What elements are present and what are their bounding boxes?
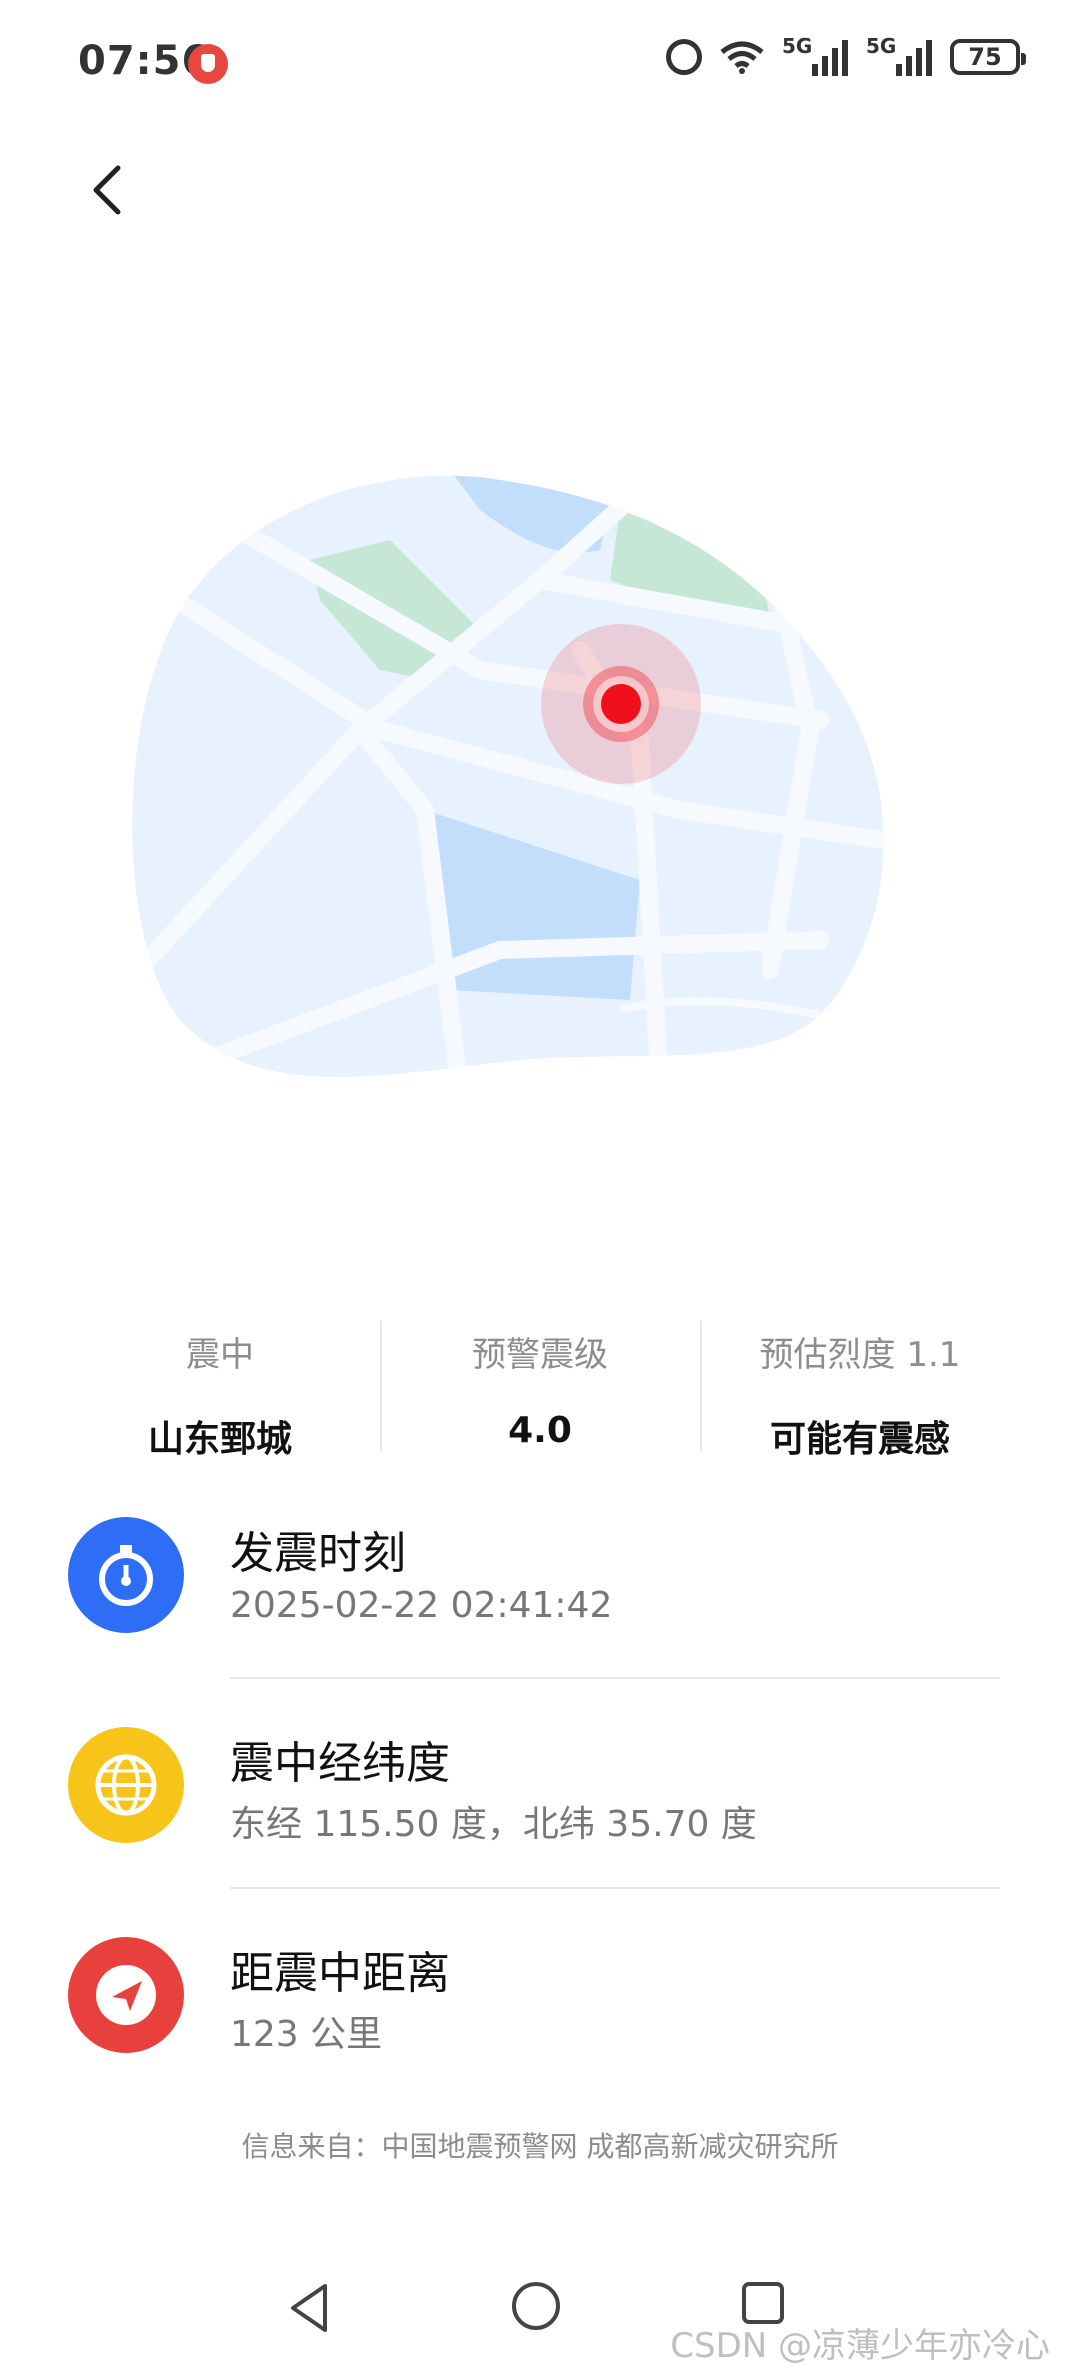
battery-icon: 75 bbox=[950, 39, 1026, 75]
network-label-2: 5G bbox=[866, 34, 897, 58]
shield-icon bbox=[188, 44, 228, 84]
wifi-icon bbox=[720, 41, 764, 74]
globe-icon bbox=[68, 1727, 184, 1843]
divider bbox=[230, 1677, 1000, 1679]
detail-title: 距震中距离 bbox=[230, 1948, 450, 1999]
alarm-icon bbox=[666, 39, 702, 75]
navigation-icon bbox=[68, 1937, 184, 2053]
detail-value: 123 公里 bbox=[230, 2014, 383, 2055]
detail-value: 2025-02-22 02:41:42 bbox=[230, 1585, 613, 1626]
signal-icon-1: 5G bbox=[782, 34, 848, 76]
summary-magnitude: 预警震级 4.0 bbox=[380, 1315, 700, 1455]
detail-row-distance: 距震中距离 123 公里 bbox=[68, 1915, 1000, 2115]
back-nav-icon[interactable] bbox=[285, 2280, 335, 2336]
summary-intensity: 预估烈度 1.1 可能有震感 bbox=[700, 1315, 1020, 1460]
divider bbox=[230, 1887, 1000, 1889]
summary-value: 可能有震感 bbox=[769, 1419, 950, 1460]
back-button[interactable] bbox=[80, 160, 140, 220]
summary-label: 预警震级 bbox=[472, 1335, 608, 1375]
system-icons: 5G 5G 75 bbox=[666, 34, 1026, 76]
watermark: CSDN @凉薄少年亦冷心 bbox=[670, 2326, 1050, 2366]
summary-label: 预估烈度 1.1 bbox=[759, 1335, 961, 1375]
earthquake-summary: 震中 山东鄄城 预警震级 4.0 预估烈度 1.1 可能有震感 bbox=[60, 1315, 1020, 1460]
status-bar: 07:56 5G 5G 75 bbox=[0, 0, 1080, 130]
network-label-1: 5G bbox=[782, 34, 813, 58]
epicenter-map bbox=[132, 475, 884, 1077]
source-note: 信息来自：中国地震预警网 成都高新减灾研究所 bbox=[241, 2130, 839, 2163]
summary-epicenter: 震中 山东鄄城 bbox=[60, 1315, 380, 1460]
summary-label: 震中 bbox=[186, 1335, 254, 1375]
stopwatch-icon bbox=[68, 1517, 184, 1633]
detail-row-coordinates: 震中经纬度 东经 115.50 度，北纬 35.70 度 bbox=[68, 1705, 1000, 1905]
home-nav-icon[interactable] bbox=[510, 2280, 562, 2332]
signal-icon-2: 5G bbox=[866, 34, 932, 76]
detail-value: 东经 115.50 度，北纬 35.70 度 bbox=[230, 1804, 757, 1845]
summary-value: 4.0 bbox=[508, 1410, 572, 1451]
summary-value: 山东鄄城 bbox=[147, 1419, 292, 1460]
detail-title: 震中经纬度 bbox=[230, 1738, 450, 1789]
epicenter-marker bbox=[601, 684, 641, 724]
detail-row-time: 发震时刻 2025-02-22 02:41:42 bbox=[68, 1495, 1000, 1695]
detail-title: 发震时刻 bbox=[230, 1528, 406, 1579]
